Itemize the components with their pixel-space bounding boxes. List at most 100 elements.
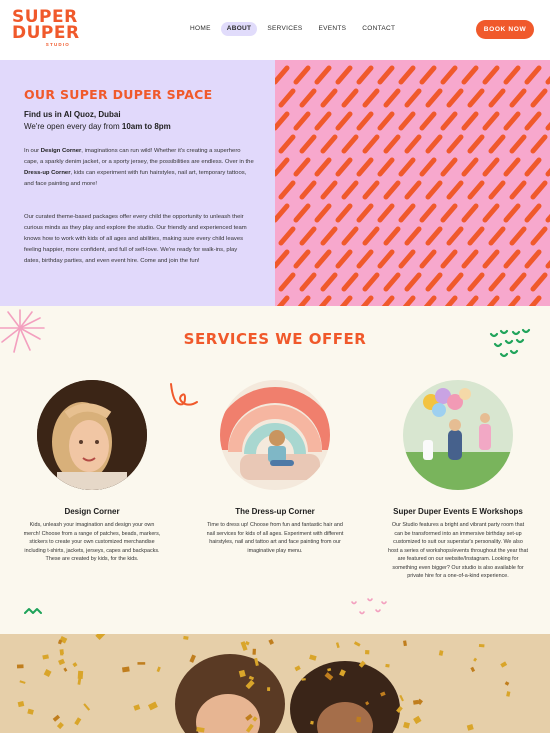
stripe-dash (335, 157, 353, 177)
stripe-dash (461, 111, 479, 131)
stripe-dash (335, 249, 353, 269)
stripe-dash (425, 134, 443, 154)
stripe-dash (440, 111, 458, 131)
stripe-dash (488, 180, 506, 200)
stripe-dash (482, 65, 500, 85)
stripe-dash (509, 226, 527, 246)
nav-home[interactable]: HOME (184, 22, 217, 36)
stripe-dash (404, 226, 422, 246)
stripe-dash (341, 88, 359, 108)
stripe-dash (318, 295, 332, 306)
stripe-dash (299, 134, 317, 154)
stripe-dash (275, 157, 290, 177)
confetti-piece (16, 664, 24, 669)
hours-value: 10am to 8pm (121, 122, 171, 131)
confetti-piece (121, 666, 130, 673)
stripe-dash (335, 65, 353, 85)
stripe-dash (320, 272, 338, 292)
stripe-dash (398, 65, 416, 85)
stripe-dash (293, 65, 311, 85)
confetti-piece (478, 643, 485, 648)
stripe-dash (461, 203, 479, 223)
stripe-dash (503, 65, 521, 85)
stripe-dash (488, 134, 506, 154)
stripe-dash (467, 134, 485, 154)
stripe-dash (275, 111, 290, 131)
stripe-dash (356, 65, 374, 85)
stripe-dash (425, 226, 443, 246)
stripe-dash (341, 134, 359, 154)
stripe-dash (509, 272, 527, 292)
nav-services[interactable]: SERVICES (261, 22, 308, 36)
about-title: OUR SUPER DUPER SPACE (24, 87, 213, 102)
stripe-dash (530, 272, 548, 292)
stripe-dash (314, 249, 332, 269)
stripe-dash (488, 272, 506, 292)
stripe-dash (425, 272, 443, 292)
about-section: OUR SUPER DUPER SPACE Find us in Al Quoz… (0, 60, 275, 306)
stripe-dash (530, 226, 548, 246)
stripe-dash (275, 203, 290, 223)
stripe-dash (440, 65, 458, 85)
stripe-dash (339, 295, 353, 306)
stripe-dash (530, 180, 548, 200)
stripe-dash (335, 203, 353, 223)
nav-contact[interactable]: CONTACT (356, 22, 401, 36)
service-title-events: Super Duper Events E Workshops (393, 507, 523, 516)
stripe-dash (461, 65, 479, 85)
stripe-dash (356, 111, 374, 131)
stripe-dash (320, 88, 338, 108)
stripe-dash (335, 111, 353, 131)
stripe-dash (467, 88, 485, 108)
hours-prefix: We're open every day from (24, 122, 122, 131)
service-title-dressup-corner: The Dress-up Corner (235, 507, 315, 516)
stripe-dash (446, 88, 464, 108)
stripe-dash (488, 226, 506, 246)
stripe-dash (419, 249, 437, 269)
stripe-dash (524, 111, 542, 131)
stripe-dash (299, 272, 317, 292)
stripe-dash (425, 180, 443, 200)
services-title: SERVICES WE OFFER (183, 330, 367, 348)
stripe-dash (446, 134, 464, 154)
stripe-dash (509, 134, 527, 154)
stripe-dash (362, 134, 380, 154)
stripe-dash (362, 226, 380, 246)
stripe-dash (377, 65, 395, 85)
service-text-dressup-corner: Time to dress up! Choose from fun and fa… (206, 522, 344, 554)
about-paragraph-2: Our curated theme-based packages offer e… (24, 214, 247, 264)
stripe-dash (383, 272, 401, 292)
logo-line-2: DUPER (12, 23, 80, 43)
about-paragraph-1: In our Design Corner, imaginations can r… (24, 146, 254, 190)
stripe-dash (377, 111, 395, 131)
zigzag-icon (24, 608, 42, 614)
nav-about[interactable]: ABOUT (220, 22, 258, 36)
green-sprout-icon (489, 328, 531, 358)
stripe-dash (278, 88, 296, 108)
stripe-dash (383, 180, 401, 200)
stripe-dash (383, 134, 401, 154)
stripe-dash (488, 88, 506, 108)
stripe-dash (381, 295, 395, 306)
stripe-dash (482, 111, 500, 131)
nav-events[interactable]: EVENTS (312, 22, 352, 36)
design-corner-image (37, 380, 147, 490)
book-now-button[interactable]: BOOK NOW (476, 20, 534, 39)
stripe-dash (276, 295, 290, 306)
stripe-dash (362, 180, 380, 200)
stripe-pattern-graphic (275, 65, 550, 306)
stripe-dash (425, 88, 443, 108)
stripe-dash (341, 226, 359, 246)
pink-dots-icon (351, 598, 387, 615)
stripe-dash (524, 157, 542, 177)
confetti-piece (137, 662, 146, 665)
stripe-dash (503, 111, 521, 131)
stripe-dash (528, 295, 542, 306)
service-text-events: Our Studio features a bright and vibrant… (388, 522, 528, 579)
stripe-dash (503, 203, 521, 223)
stripe-dash (419, 65, 437, 85)
stripe-dash (419, 111, 437, 131)
stripe-dash (524, 65, 542, 85)
stripe-dash (467, 180, 485, 200)
brand-logo[interactable]: SUPER DUPER STUDIO (12, 9, 80, 49)
